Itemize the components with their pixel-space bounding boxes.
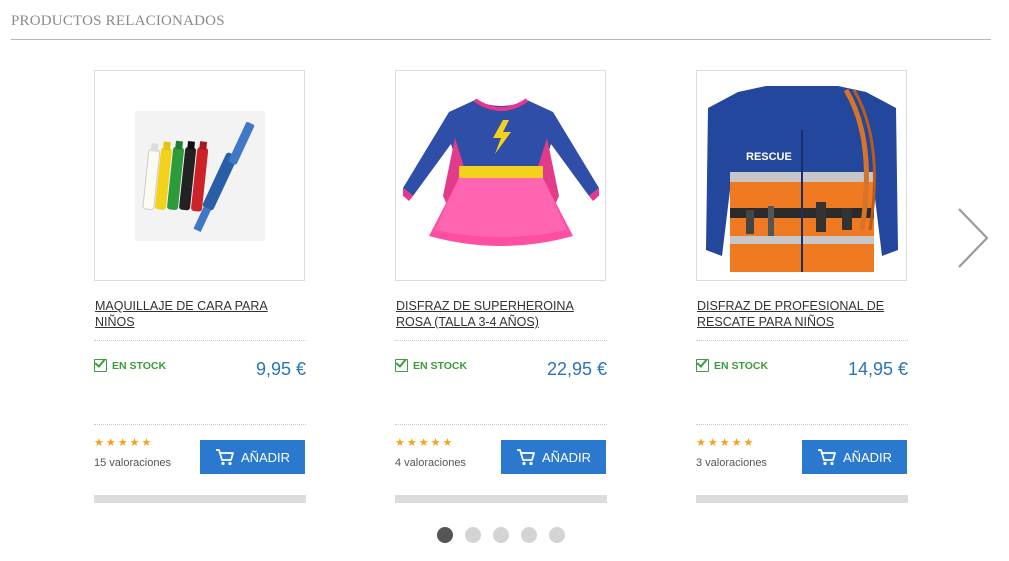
product-image[interactable] (94, 70, 305, 281)
product-name-link[interactable]: DISFRAZ DE PROFESIONAL DE RESCATE PARA N… (697, 298, 909, 330)
face-paint-crayons-image (134, 110, 265, 241)
product-price: 9,95 € (255, 359, 306, 379)
stock-label: EN STOCK (714, 359, 769, 372)
stock-status: EN STOCK (696, 359, 768, 372)
add-to-cart-button[interactable]: AÑADIR (501, 440, 606, 474)
add-to-cart-label: AÑADIR (240, 449, 291, 465)
carousel-dot[interactable] (493, 527, 509, 543)
product-card: MAQUILLAJE DE CARA PARA NIÑOS EN STOCK 9… (94, 70, 306, 503)
title-divider (11, 39, 991, 40)
card-footer-bar (696, 495, 908, 503)
cart-icon (817, 449, 836, 466)
add-to-cart-button[interactable]: AÑADIR (802, 440, 907, 474)
product-image[interactable] (395, 70, 606, 281)
star-rating-icon: ★★★★★ (94, 437, 154, 449)
stock-status: EN STOCK (94, 359, 166, 372)
stock-status: EN STOCK (395, 359, 467, 372)
card-footer-bar (395, 495, 607, 503)
ratings-count[interactable]: 4 valoraciones (395, 457, 466, 469)
divider (94, 424, 306, 425)
divider (395, 340, 607, 341)
superhero-dress-image (402, 97, 599, 246)
product-price: 14,95 € (847, 359, 908, 379)
add-to-cart-button[interactable]: AÑADIR (200, 440, 305, 474)
carousel-dot[interactable] (549, 527, 565, 543)
stock-label: EN STOCK (112, 359, 167, 372)
cart-icon (516, 449, 535, 466)
carousel-next-button[interactable] (955, 207, 991, 269)
chevron-right-icon (958, 208, 989, 268)
checkbox-check-icon (94, 359, 107, 372)
product-price: 22,95 € (546, 359, 607, 379)
product-image[interactable]: RESCUE (696, 70, 907, 281)
add-to-cart-label: AÑADIR (842, 449, 893, 465)
product-card: RESCUE DISFRAZ DE PROFESIONAL DE RESCATE… (696, 70, 908, 503)
section-title: PRODUCTOS RELACIONADOS (11, 13, 225, 29)
carousel-dot[interactable] (465, 527, 481, 543)
rescue-badge-text: RESCUE (746, 151, 792, 163)
card-footer-bar (94, 495, 306, 503)
divider (94, 340, 306, 341)
product-name-link[interactable]: DISFRAZ DE SUPERHEROINA ROSA (TALLA 3-4 … (396, 298, 608, 330)
product-card: DISFRAZ DE SUPERHEROINA ROSA (TALLA 3-4 … (395, 70, 607, 503)
divider (696, 340, 908, 341)
carousel-dot[interactable] (437, 527, 453, 543)
divider (696, 424, 908, 425)
carousel-pagination (437, 527, 565, 543)
checkbox-check-icon (696, 359, 709, 372)
rescue-jacket-image: RESCUE (705, 85, 898, 272)
ratings-count[interactable]: 15 valoraciones (94, 457, 171, 469)
star-rating-icon: ★★★★★ (395, 437, 455, 449)
carousel-dot[interactable] (521, 527, 537, 543)
checkbox-check-icon (395, 359, 408, 372)
cart-icon (215, 449, 234, 466)
ratings-count[interactable]: 3 valoraciones (696, 457, 767, 469)
product-name-link[interactable]: MAQUILLAJE DE CARA PARA NIÑOS (95, 298, 307, 330)
stock-label: EN STOCK (413, 359, 468, 372)
add-to-cart-label: AÑADIR (541, 449, 592, 465)
divider (395, 424, 607, 425)
star-rating-icon: ★★★★★ (696, 437, 756, 449)
